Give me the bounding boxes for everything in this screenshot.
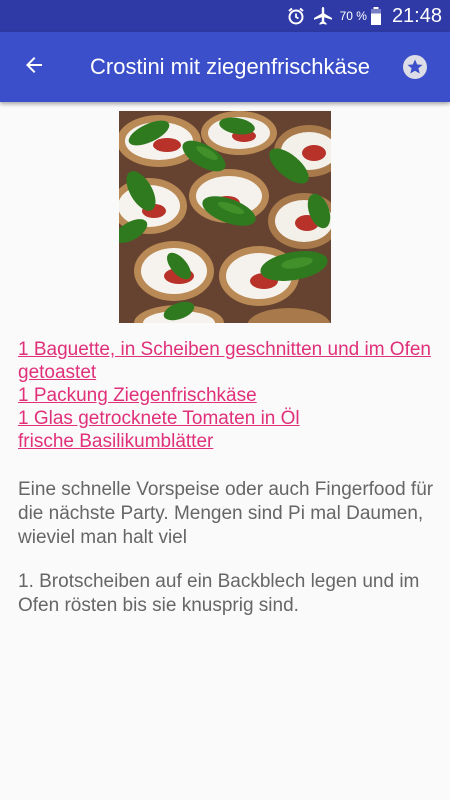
star-circle-icon xyxy=(401,53,429,86)
ingredient-link[interactable]: 1 Packung Ziegenfrischkäse xyxy=(18,384,438,407)
recipe-description: Eine schnelle Vorspeise oder auch Finger… xyxy=(18,479,434,548)
ingredients-list: 1 Baguette, in Scheiben geschnitten und … xyxy=(18,338,438,453)
recipe-photo xyxy=(119,111,331,323)
status-bar: 70 % 21:48 xyxy=(0,0,450,32)
ingredient-link[interactable]: frische Basilikumblätter xyxy=(18,430,438,453)
airplane-mode-icon xyxy=(312,6,334,26)
app-bar: Crostini mit ziegenfrischkäse xyxy=(0,32,450,102)
favorite-button[interactable] xyxy=(398,52,432,86)
battery-percent: 70 % xyxy=(339,9,367,23)
ingredient-link[interactable]: 1 Baguette, in Scheiben geschnitten und … xyxy=(18,338,438,384)
ingredient-link[interactable]: 1 Glas getrocknete Tomaten in Öl xyxy=(18,407,438,430)
arrow-left-icon xyxy=(22,53,46,82)
status-time: 21:48 xyxy=(391,4,442,27)
back-button[interactable] xyxy=(14,49,54,85)
recipe-step: 1. Brotscheiben auf ein Backblech legen … xyxy=(18,571,420,616)
alarm-icon xyxy=(286,6,306,26)
page-title: Crostini mit ziegenfrischkäse xyxy=(90,54,370,79)
battery-icon xyxy=(370,6,382,26)
